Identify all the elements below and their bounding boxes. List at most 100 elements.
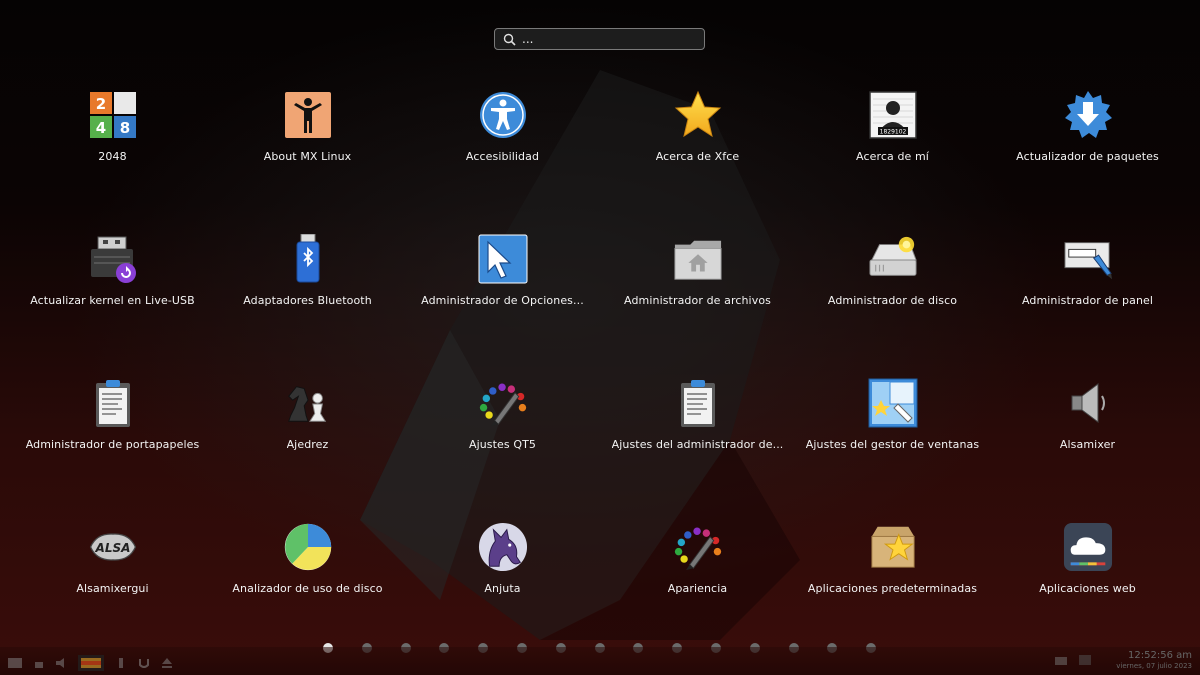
volume-icon[interactable] bbox=[56, 658, 66, 668]
app-label: Administrador de portapapeles bbox=[25, 438, 200, 451]
app-acerca-de-xfce[interactable]: Acerca de Xfce bbox=[600, 85, 795, 229]
app-alsamixergui[interactable]: ALSA Alsamixergui bbox=[15, 517, 210, 661]
app-actualizador-de-paquetes[interactable]: Actualizador de paquetes bbox=[990, 85, 1185, 229]
app-administrador-de-opciones[interactable]: Administrador de Opciones... bbox=[405, 229, 600, 373]
package-updater-icon bbox=[1063, 90, 1113, 140]
app-administrador-de-disco[interactable]: Administrador de disco bbox=[795, 229, 990, 373]
app-anjuta[interactable]: Anjuta bbox=[405, 517, 600, 661]
app-label: Administrador de archivos bbox=[624, 294, 771, 307]
user-mugshot-icon: 1829102 bbox=[868, 90, 918, 140]
clock-date: viernes, 07 julio 2023 bbox=[1116, 662, 1192, 670]
panel-edit-icon bbox=[1063, 234, 1113, 284]
default-apps-box-icon bbox=[868, 522, 918, 572]
app-label: Actualizador de paquetes bbox=[1016, 150, 1159, 163]
svg-text:4: 4 bbox=[95, 119, 105, 137]
pie-chart-icon bbox=[283, 522, 333, 572]
app-label: Adaptadores Bluetooth bbox=[243, 294, 372, 307]
web-cloud-icon bbox=[1063, 522, 1113, 572]
clipboard-icon bbox=[88, 378, 138, 428]
app-grid: 2 4 8 2048 About MX Linux Accesibilidad … bbox=[15, 85, 1185, 661]
app-label: Administrador de disco bbox=[827, 294, 958, 307]
app-label: Actualizar kernel en Live-USB bbox=[30, 294, 195, 307]
app-label: Anjuta bbox=[484, 582, 521, 595]
app-label: Alsamixergui bbox=[76, 582, 149, 595]
chess-icon bbox=[283, 378, 333, 428]
clock-time: 12:52:56 am bbox=[1128, 650, 1192, 661]
disk-drive-icon bbox=[868, 234, 918, 284]
search-icon bbox=[503, 33, 516, 46]
anjuta-horse-icon bbox=[478, 522, 528, 572]
app-alsamixer[interactable]: Alsamixer bbox=[990, 373, 1185, 517]
app-row: Administrador de portapapeles Ajedrez Aj… bbox=[15, 373, 1185, 517]
app-label: Ajedrez bbox=[286, 438, 329, 451]
app-administrador-de-panel[interactable]: Administrador de panel bbox=[990, 229, 1185, 373]
app-ajustes-del-gestor-de-ventanas[interactable]: Ajustes del gestor de ventanas bbox=[795, 373, 990, 517]
app-row: ALSA Alsamixergui Analizador de uso de d… bbox=[15, 517, 1185, 661]
svg-text:1829102: 1829102 bbox=[879, 129, 906, 136]
app-about-mx-linux[interactable]: About MX Linux bbox=[210, 85, 405, 229]
home-folder-icon bbox=[673, 234, 723, 284]
app-label: Analizador de uso de disco bbox=[232, 582, 383, 595]
app-row: 2 4 8 2048 About MX Linux Accesibilidad … bbox=[15, 85, 1185, 229]
app-acerca-de-mi[interactable]: 1829102 Acerca de mí bbox=[795, 85, 990, 229]
app-label: Alsamixer bbox=[1059, 438, 1116, 451]
svg-text:ALSA: ALSA bbox=[94, 541, 130, 555]
app-label: Accesibilidad bbox=[465, 150, 540, 163]
app-label: Ajustes del administrador de... bbox=[611, 438, 784, 451]
clock[interactable]: 12:52:56 am viernes, 07 julio 2023 bbox=[1116, 651, 1192, 671]
update-icon[interactable] bbox=[116, 658, 126, 668]
app-label: Acerca de mí bbox=[856, 150, 929, 163]
app-actualizar-kernel[interactable]: Actualizar kernel en Live-USB bbox=[15, 229, 210, 373]
alsa-logo-icon: ALSA bbox=[88, 522, 138, 572]
usb-kernel-update-icon bbox=[88, 234, 138, 284]
app-label: Administrador de Opciones... bbox=[421, 294, 584, 307]
search-box[interactable] bbox=[494, 28, 705, 50]
app-administrador-de-portapapeles[interactable]: Administrador de portapapeles bbox=[15, 373, 210, 517]
app-label: Ajustes del gestor de ventanas bbox=[805, 438, 980, 451]
star-icon bbox=[673, 90, 723, 140]
svg-text:8: 8 bbox=[119, 119, 129, 137]
window-manager-icon bbox=[868, 378, 918, 428]
speaker-icon bbox=[1063, 378, 1113, 428]
app-ajustes-del-administrador[interactable]: Ajustes del administrador de... bbox=[600, 373, 795, 517]
app-label: 2048 bbox=[98, 150, 127, 163]
keyboard-flag-icon[interactable] bbox=[78, 655, 104, 671]
menu-icon[interactable] bbox=[8, 658, 22, 668]
eject-icon[interactable] bbox=[162, 658, 172, 668]
color-palette-icon bbox=[478, 378, 528, 428]
panel-left-tray bbox=[8, 655, 184, 671]
app-ajedrez[interactable]: Ajedrez bbox=[210, 373, 405, 517]
appearance-palette-icon bbox=[673, 522, 723, 572]
app-adaptadores-bluetooth[interactable]: Adaptadores Bluetooth bbox=[210, 229, 405, 373]
mx-linux-person-icon bbox=[283, 90, 333, 140]
clipboard-tray-icon[interactable] bbox=[1079, 655, 1091, 665]
app-analizador-de-uso-de-disco[interactable]: Analizador de uso de disco bbox=[210, 517, 405, 661]
app-2048[interactable]: 2 4 8 2048 bbox=[15, 85, 210, 229]
app-label: About MX Linux bbox=[263, 150, 352, 163]
app-aplicaciones-predeterminadas[interactable]: Aplicaciones predeterminadas bbox=[795, 517, 990, 661]
app-label: Apariencia bbox=[667, 582, 728, 595]
app-ajustes-qt5[interactable]: Ajustes QT5 bbox=[405, 373, 600, 517]
app-label: Administrador de panel bbox=[1021, 294, 1154, 307]
app-label: Aplicaciones web bbox=[1039, 582, 1136, 595]
accessibility-icon bbox=[478, 90, 528, 140]
lock-icon[interactable] bbox=[34, 658, 44, 668]
bottom-panel: 12:52:56 am viernes, 07 julio 2023 bbox=[0, 647, 1200, 675]
app-apariencia[interactable]: Apariencia bbox=[600, 517, 795, 661]
bluetooth-usb-icon bbox=[283, 234, 333, 284]
mx-icon[interactable] bbox=[138, 657, 150, 669]
2048-game-icon: 2 4 8 bbox=[88, 90, 138, 140]
network-icon[interactable] bbox=[1055, 655, 1067, 665]
app-row: Actualizar kernel en Live-USB Adaptadore… bbox=[15, 229, 1185, 373]
app-label: Ajustes QT5 bbox=[468, 438, 537, 451]
app-administrador-de-archivos[interactable]: Administrador de archivos bbox=[600, 229, 795, 373]
cursor-settings-icon bbox=[478, 234, 528, 284]
clipboard-settings-icon bbox=[673, 378, 723, 428]
app-accesibilidad[interactable]: Accesibilidad bbox=[405, 85, 600, 229]
app-aplicaciones-web[interactable]: Aplicaciones web bbox=[990, 517, 1185, 661]
app-label: Acerca de Xfce bbox=[655, 150, 740, 163]
panel-right-tray bbox=[1055, 655, 1103, 665]
svg-text:2: 2 bbox=[95, 95, 105, 113]
app-label: Aplicaciones predeterminadas bbox=[807, 582, 978, 595]
search-input[interactable] bbox=[522, 32, 682, 46]
